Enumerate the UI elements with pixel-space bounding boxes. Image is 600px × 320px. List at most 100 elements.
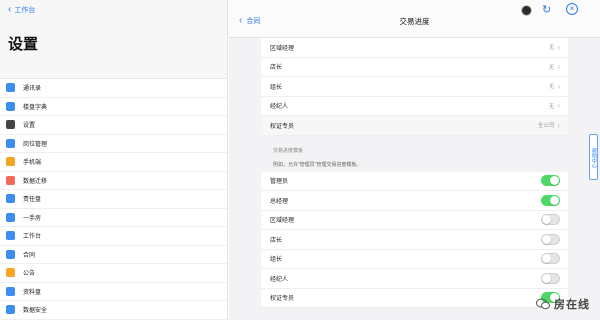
menu-item-label: 工作台 — [23, 234, 42, 241]
left-pane: ‹ 工作台 设置 通讯录 楼盘字典 设置 岗位管理 手机端 数据迁移 责任盘 一手房 工作台 合同… — [0, 0, 228, 320]
scope-row-value-wrap: 无 › — [549, 43, 560, 52]
scope-row[interactable]: 权证专员 全公司 › — [261, 116, 568, 136]
menu-item[interactable]: 岗位管理 — [0, 135, 227, 153]
new-house-icon — [6, 212, 15, 222]
permission-row: 组长 — [261, 249, 568, 269]
chevron-right-icon: › — [557, 101, 560, 111]
menu-item[interactable]: 手机端 — [0, 153, 227, 172]
permission-row: 总经理 — [261, 191, 568, 211]
left-back-button[interactable]: ‹ 工作台 — [0, 0, 227, 20]
menu-item-label: 责任盘 — [23, 197, 42, 204]
menu-item[interactable]: 一手房 — [0, 209, 227, 227]
data-migration-icon — [6, 175, 15, 185]
toggle-knob — [550, 176, 559, 186]
watermark: 房在线 — [536, 296, 590, 312]
scope-row-label: 区域经理 — [270, 45, 295, 52]
toggle-knob — [542, 254, 551, 264]
toggle-knob — [542, 234, 551, 244]
refresh-icon[interactable]: ↻ — [542, 3, 551, 16]
permission-row-label: 总经理 — [270, 198, 289, 205]
toggle-knob — [542, 215, 551, 225]
menu-item-label: 合同 — [23, 252, 36, 259]
toggle-knob — [550, 195, 559, 205]
scope-row-value-wrap: 无 › — [549, 101, 560, 110]
page-title: 设置 — [8, 36, 39, 53]
scope-row-label: 店长 — [270, 65, 283, 72]
position-management-icon — [6, 138, 15, 148]
permission-row-label: 管理员 — [270, 179, 289, 186]
scope-row-value-wrap: 无 › — [549, 62, 560, 71]
menu-item[interactable]: 通讯录 — [0, 79, 227, 98]
data-security-icon — [6, 305, 15, 315]
menu-item[interactable]: 合同 — [0, 246, 227, 264]
chevron-right-icon: › — [557, 120, 560, 130]
menu-item[interactable]: 设置 — [0, 116, 227, 135]
settings-menu: 通讯录楼盘字典设置岗位管理手机端数据迁移责任盘一手房工作台合同公告资料盘数据安全 — [0, 78, 227, 320]
menu-item-label: 通讯录 — [23, 86, 42, 93]
menu-item-label: 岗位管理 — [23, 141, 48, 148]
mobile-icon — [6, 157, 15, 167]
scope-row[interactable]: 组长 无 › — [261, 77, 568, 97]
menu-item[interactable]: 楼盘字典 — [0, 98, 227, 116]
detail-header: ‹ 合同 交易进度 ↻ × — [229, 0, 600, 38]
permission-row-label: 组长 — [270, 257, 283, 264]
scope-row[interactable]: 区域经理 无 › — [261, 38, 568, 58]
scope-row-label: 权证专员 — [270, 123, 295, 130]
permission-row: 权证专员 — [261, 288, 568, 308]
scope-list: 区域经理无 › 店长无 › 组长无 › 经纪人无 › 权证专员 全公司 › — [261, 38, 568, 136]
files-icon — [6, 286, 15, 296]
detail-title: 交易进度 — [399, 17, 430, 26]
chevron-right-icon: › — [557, 62, 560, 72]
permission-row-label: 经纪人 — [270, 276, 289, 283]
menu-item[interactable]: 数据安全 — [0, 301, 227, 320]
chevron-left-icon: ‹ — [8, 4, 12, 15]
left-back-label: 工作台 — [14, 7, 36, 14]
permission-row-label: 权证专员 — [270, 296, 295, 303]
scope-row-label: 组长 — [270, 84, 283, 91]
menu-item[interactable]: 工作台 — [0, 227, 227, 246]
building-dictionary-icon — [6, 101, 15, 111]
menu-item-label: 楼盘字典 — [23, 104, 48, 111]
menu-item-label: 设置 — [23, 123, 36, 130]
scope-row-label: 经纪人 — [270, 104, 289, 111]
permission-toggle-list: 管理员总经理区域经理店长组长经纪人权证专员 — [261, 171, 568, 308]
permission-row-label: 店长 — [270, 237, 283, 244]
menu-item-label: 公告 — [23, 271, 36, 278]
permission-toggle[interactable] — [541, 194, 560, 206]
close-icon[interactable]: × — [566, 3, 578, 15]
watermark-text: 房在线 — [554, 298, 590, 311]
announcement-icon — [6, 268, 15, 278]
settings-icon — [6, 120, 15, 130]
menu-item[interactable]: 公告 — [0, 264, 227, 283]
avatar[interactable] — [521, 5, 532, 16]
permission-toggle[interactable] — [541, 175, 560, 187]
scope-row-value-wrap: 全公司 › — [538, 121, 560, 130]
workbench-icon — [6, 231, 15, 241]
menu-item-label: 数据迁移 — [23, 178, 48, 185]
chevron-right-icon: › — [557, 42, 560, 52]
right-pane: ‹ 合同 交易进度 ↻ × 区域经理无 › 店长无 › 组长无 › 经纪人无 › 权证专员 全公司… — [229, 0, 600, 320]
section-description: 例如，允许“管理员”管理交易进度模板。 — [273, 161, 362, 168]
detail-content: 区域经理无 › 店长无 › 组长无 › 经纪人无 › 权证专员 全公司 › 交易进度模板 例如，允许… — [261, 38, 568, 308]
help-center-tab[interactable]: 帮助中心 — [589, 134, 598, 180]
scope-row[interactable]: 店长 无 › — [261, 57, 568, 77]
permission-toggle[interactable] — [541, 233, 560, 245]
permission-toggle[interactable] — [541, 214, 560, 226]
permission-toggle[interactable] — [541, 253, 560, 265]
permission-row: 经纪人 — [261, 269, 568, 289]
permission-row: 管理员 — [261, 171, 568, 191]
menu-item-label: 手机端 — [23, 160, 42, 167]
permission-toggle[interactable] — [541, 272, 560, 284]
section-heading: 交易进度模板 — [273, 147, 304, 154]
scope-row-value: 无 — [548, 45, 555, 52]
permission-row-label: 区域经理 — [270, 218, 295, 225]
menu-item[interactable]: 资料盘 — [0, 283, 227, 301]
scope-row-value: 全公司 — [537, 123, 555, 130]
permission-row: 店长 — [261, 230, 568, 250]
menu-item[interactable]: 数据迁移 — [0, 172, 227, 190]
toggle-knob — [542, 273, 551, 283]
scope-row[interactable]: 经纪人 无 › — [261, 96, 568, 116]
menu-item-label: 数据安全 — [23, 308, 48, 315]
menu-item[interactable]: 责任盘 — [0, 190, 227, 209]
scope-row-value: 无 — [548, 64, 555, 71]
